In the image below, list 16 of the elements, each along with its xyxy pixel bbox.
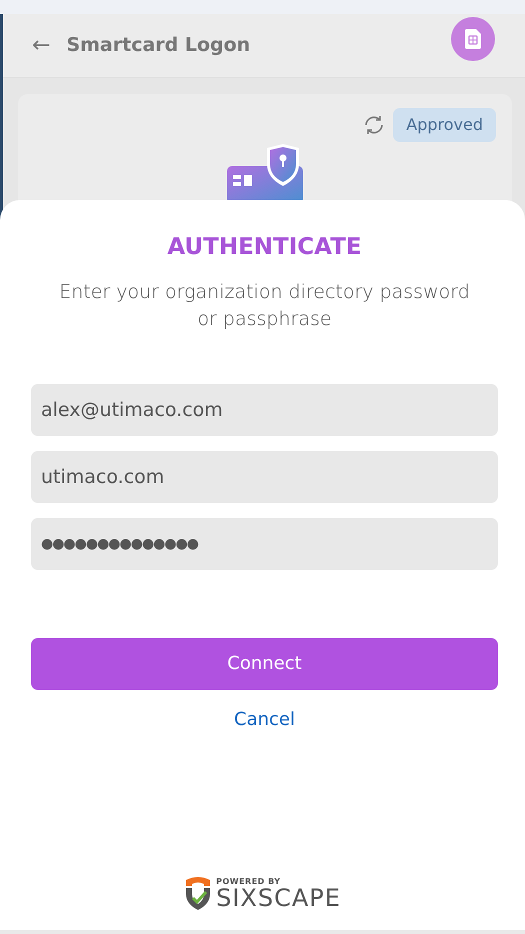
- dialog-title: AUTHENTICATE: [166, 233, 363, 262]
- shield-logo-icon: [184, 876, 212, 910]
- cancel-link[interactable]: Cancel: [234, 708, 295, 730]
- sim-card-icon: [465, 28, 481, 48]
- input-field[interactable]: ●●●●●●●●●●●●●●: [31, 518, 498, 570]
- status-badge: Approved: [393, 108, 496, 142]
- input-field[interactable]: utimaco.com: [31, 450, 498, 503]
- logo-wordmark: SIXSCAPE: [216, 886, 341, 910]
- page-title: Smartcard Logon: [66, 33, 252, 58]
- avatar[interactable]: [451, 16, 495, 60]
- input-field[interactable]: alex@utimaco.com: [31, 384, 498, 436]
- refresh-icon[interactable]: [363, 114, 386, 136]
- dialog-subtitle: Enter your organization directory password or passphrase: [58, 280, 471, 332]
- logo-tagline: POWERED BY: [216, 878, 282, 886]
- back-button[interactable]: ←: [32, 34, 50, 56]
- connect-button[interactable]: Connect: [31, 638, 498, 690]
